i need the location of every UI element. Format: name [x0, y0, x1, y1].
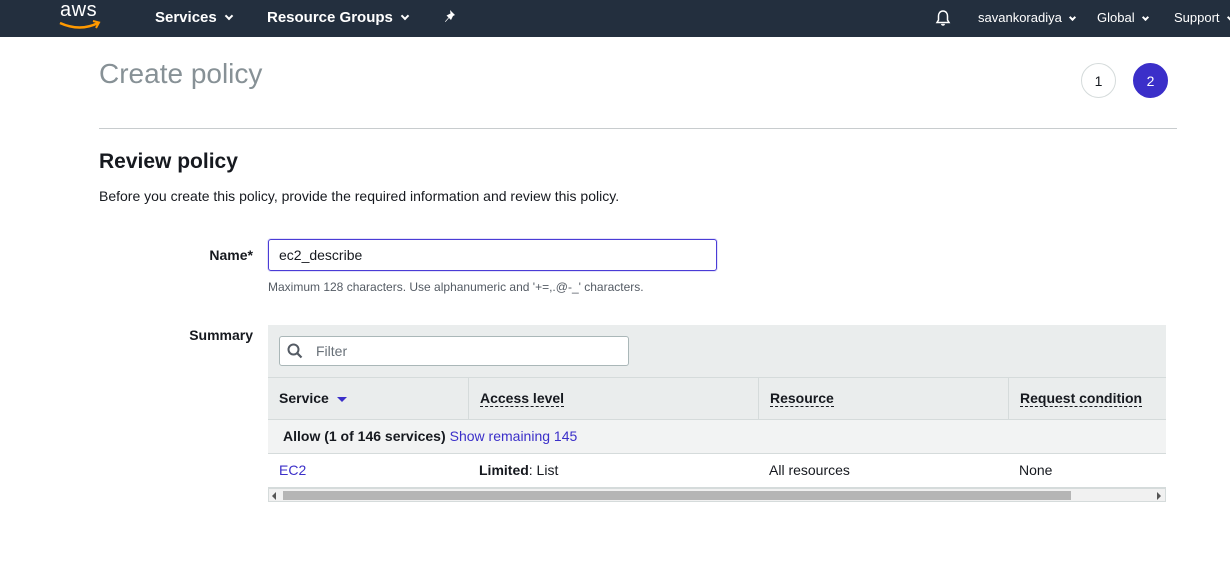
sort-descending-icon	[336, 397, 347, 402]
chevron-down-icon	[1226, 13, 1230, 22]
column-header-service-label: Service	[279, 390, 329, 406]
top-navigation-bar: aws Services Resource Groups savankoradi…	[0, 0, 1230, 37]
resource-groups-label: Resource Groups	[267, 9, 393, 26]
wizard-step-1[interactable]: 1	[1081, 63, 1116, 98]
notifications-bell-icon[interactable]	[934, 9, 952, 27]
aws-logo[interactable]: aws	[58, 0, 104, 33]
resource-cell: All resources	[769, 462, 850, 478]
allow-group-row: Allow (1 of 146 services) Show remaining …	[268, 420, 1166, 454]
name-hint: Maximum 128 characters. Use alphanumeric…	[268, 280, 644, 294]
table-row: EC2 Limited: List All resources None	[268, 454, 1166, 488]
services-menu[interactable]: Services	[155, 0, 233, 35]
scrollbar-thumb[interactable]	[283, 491, 1071, 500]
column-header-request-condition-label: Request condition	[1020, 390, 1143, 407]
request-condition-cell: None	[1019, 462, 1053, 478]
section-description: Before you create this policy, provide t…	[99, 188, 620, 204]
scroll-left-arrow-icon[interactable]	[272, 492, 276, 500]
filter-box[interactable]	[279, 336, 629, 366]
scroll-right-arrow-icon[interactable]	[1157, 492, 1161, 500]
header-divider	[99, 128, 1177, 129]
chevron-down-icon	[1141, 13, 1149, 22]
horizontal-scrollbar[interactable]	[268, 488, 1166, 502]
summary-table: Service Access level Resource Request co…	[268, 325, 1166, 503]
resource-groups-menu[interactable]: Resource Groups	[267, 0, 410, 35]
column-header-access-level-label: Access level	[480, 390, 565, 407]
aws-smile-icon	[59, 20, 101, 29]
access-level-cell: Limited: List	[468, 454, 558, 487]
filter-input[interactable]	[306, 337, 626, 365]
wizard-step-2-active: 2	[1133, 63, 1168, 98]
search-icon	[287, 343, 303, 359]
column-header-service[interactable]: Service	[268, 378, 468, 419]
chevron-down-icon	[1068, 13, 1076, 22]
summary-label: Summary	[189, 327, 253, 343]
support-label: Support	[1174, 10, 1220, 25]
column-header-resource[interactable]: Resource	[758, 378, 1008, 419]
account-menu[interactable]: savankoradiya	[978, 0, 1076, 35]
access-level-strong: Limited	[479, 462, 529, 478]
page-title: Create policy	[99, 58, 263, 89]
services-menu-label: Services	[155, 9, 217, 26]
name-label: Name*	[209, 247, 253, 263]
section-title: Review policy	[99, 150, 238, 173]
column-header-request-condition[interactable]: Request condition	[1008, 378, 1166, 419]
service-link[interactable]: EC2	[268, 454, 306, 487]
table-header: Service Access level Resource Request co…	[268, 377, 1166, 420]
region-menu[interactable]: Global	[1097, 0, 1149, 35]
chevron-down-icon	[224, 11, 233, 21]
column-header-resource-label: Resource	[770, 390, 834, 407]
policy-name-input[interactable]	[268, 239, 717, 271]
column-header-access-level[interactable]: Access level	[468, 378, 758, 419]
access-level-detail: : List	[528, 462, 559, 478]
chevron-down-icon	[400, 11, 410, 21]
pin-icon[interactable]	[444, 9, 460, 25]
table-toolbar	[268, 325, 1166, 377]
region-label: Global	[1097, 10, 1135, 25]
show-remaining-link[interactable]: Show remaining 145	[450, 428, 578, 444]
support-menu[interactable]: Support	[1174, 0, 1230, 35]
allow-group-label: Allow (1 of 146 services)	[283, 428, 446, 444]
account-username: savankoradiya	[978, 10, 1062, 25]
